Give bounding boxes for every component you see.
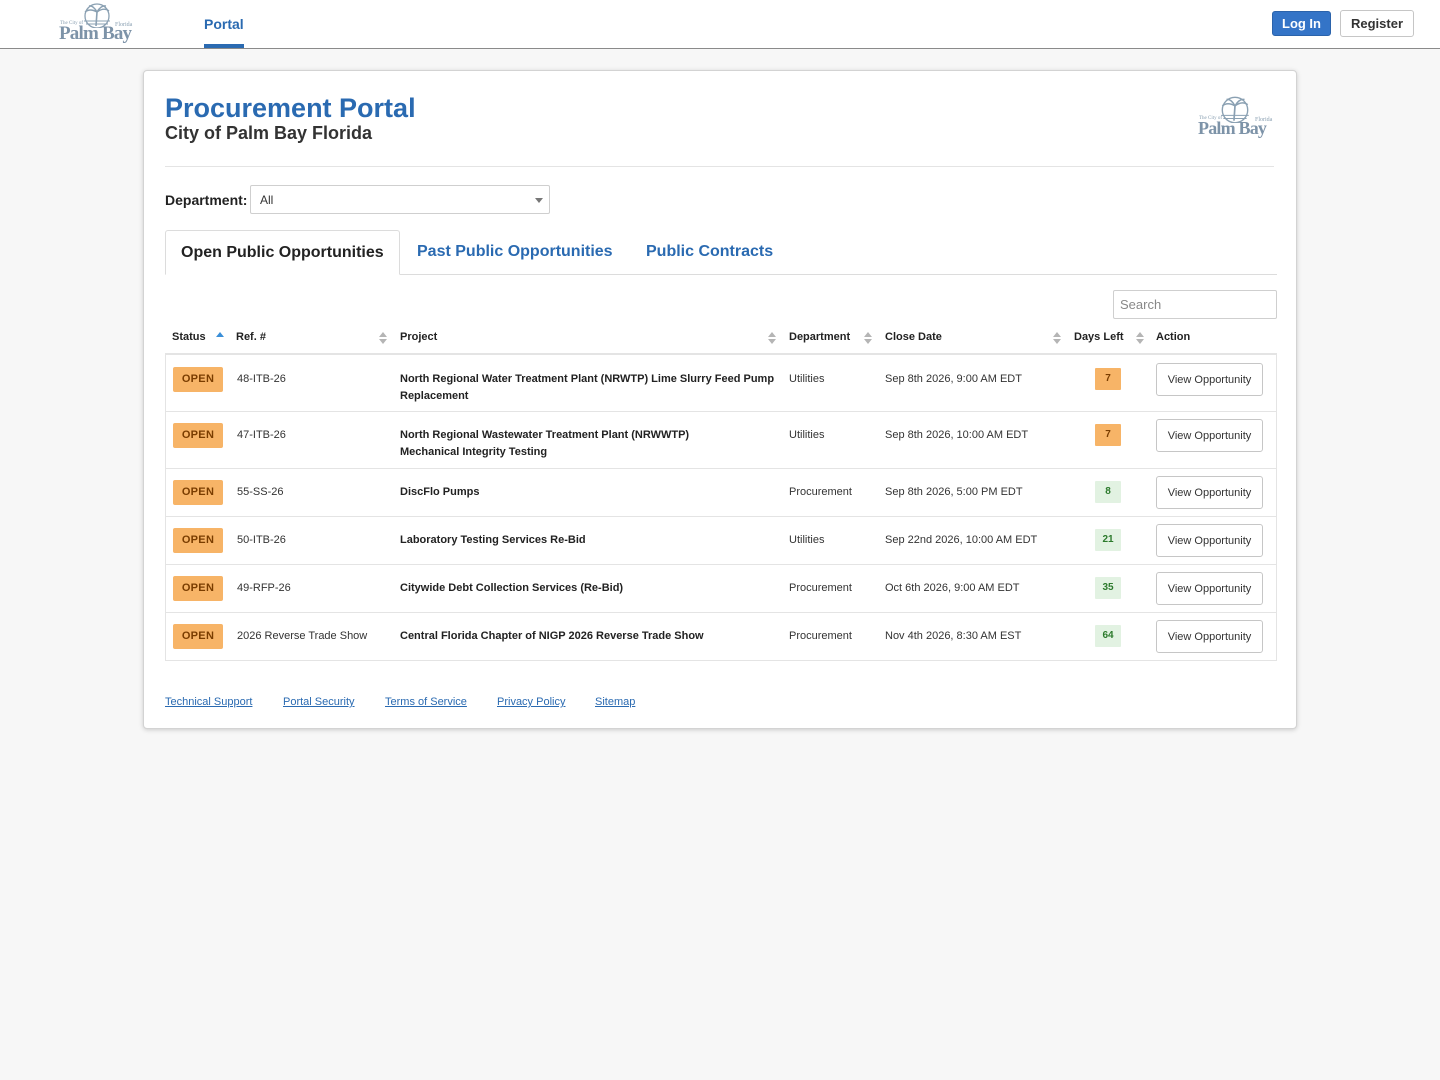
status-badge: OPEN [173,480,223,505]
status-badge: OPEN [173,423,223,448]
search-input[interactable] [1113,290,1277,319]
tab-past-opportunities[interactable]: Past Public Opportunities [417,230,613,275]
table-row: OPEN 48-ITB-26 North Regional Water Trea… [166,355,1276,412]
sort-icon[interactable] [864,332,872,346]
department-name: Procurement [789,630,852,642]
department-name: Utilities [789,534,825,546]
ref-number: 2026 Reverse Trade Show [237,630,368,642]
table-row: OPEN 47-ITB-26 North Regional Wastewater… [166,412,1276,469]
table-row: OPEN 49-RFP-26 Citywide Debt Collection … [166,565,1276,613]
palm-bay-logo[interactable]: The City of Florida Palm Bay [58,2,138,46]
footer-link-terms-of-service[interactable]: Terms of Service [385,696,467,708]
nav-active-indicator [204,44,244,48]
column-header-action: Action [1156,331,1191,343]
sort-icon[interactable] [1053,332,1061,346]
days-left-badge: 7 [1095,368,1121,390]
days-left-badge: 64 [1095,625,1121,647]
department-selected-value: All [260,193,274,207]
view-opportunity-button[interactable]: View Opportunity [1156,363,1263,396]
view-opportunity-button[interactable]: View Opportunity [1156,572,1263,605]
column-header-department[interactable]: Department [789,331,850,343]
top-navbar: The City of Florida Palm Bay Portal Log … [0,0,1440,49]
ref-number: 47-ITB-26 [237,429,286,441]
department-select[interactable]: All [250,185,550,214]
status-badge: OPEN [173,624,223,649]
days-left-badge: 8 [1095,481,1121,503]
project-name: North Regional Wastewater Treatment Plan… [400,429,690,458]
ref-number: 50-ITB-26 [237,534,286,546]
close-date: Sep 22nd 2026, 10:00 AM EDT [885,534,1038,546]
column-header-status[interactable]: Status [172,331,206,343]
close-date: Sep 8th 2026, 9:00 AM EDT [885,373,1022,385]
column-header-close-date[interactable]: Close Date [885,331,942,343]
view-opportunity-button[interactable]: View Opportunity [1156,476,1263,509]
footer-link-sitemap[interactable]: Sitemap [595,696,635,708]
view-opportunity-button[interactable]: View Opportunity [1156,524,1263,557]
view-opportunity-button[interactable]: View Opportunity [1156,419,1263,452]
department-label: Department: [165,192,248,208]
sort-icon[interactable] [768,332,776,346]
days-left-badge: 35 [1095,577,1121,599]
card-palm-bay-logo: The City of Florida Palm Bay [1197,95,1277,141]
status-badge: OPEN [173,576,223,601]
days-left-badge: 7 [1095,424,1121,446]
status-badge: OPEN [173,528,223,553]
column-header-ref[interactable]: Ref. # [236,331,266,343]
project-name: Citywide Debt Collection Services (Re-Bi… [400,582,624,594]
ref-number: 48-ITB-26 [237,373,286,385]
register-button[interactable]: Register [1340,10,1414,37]
close-date: Sep 8th 2026, 10:00 AM EDT [885,429,1029,441]
footer-link-portal-security[interactable]: Portal Security [283,696,355,708]
logo-city-name: Palm Bay [1198,118,1267,138]
nav-portal-link[interactable]: Portal [204,16,244,32]
department-name: Procurement [789,582,852,594]
close-date: Nov 4th 2026, 8:30 AM EST [885,630,1022,642]
log-in-button[interactable]: Log In [1272,11,1331,36]
footer-link-technical-support[interactable]: Technical Support [165,696,252,708]
ref-number: 49-RFP-26 [237,582,291,594]
project-name: Laboratory Testing Services Re-Bid [400,534,586,546]
tab-open-opportunities[interactable]: Open Public Opportunities [165,230,400,275]
table-header: Status Ref. # Project Department Close D… [165,326,1277,355]
status-badge: OPEN [173,367,223,392]
tab-public-contracts[interactable]: Public Contracts [646,230,773,275]
department-name: Procurement [789,486,852,498]
sort-icon[interactable] [1136,332,1144,346]
opportunities-table: OPEN 48-ITB-26 North Regional Water Trea… [165,355,1277,661]
chevron-down-icon [535,198,543,203]
column-header-project[interactable]: Project [400,331,437,343]
close-date: Oct 6th 2026, 9:00 AM EDT [885,582,1020,594]
sort-icon[interactable] [379,332,387,346]
page-subtitle: City of Palm Bay Florida [165,123,373,143]
ref-number: 55-SS-26 [237,486,284,498]
sort-ascending-icon[interactable] [216,332,224,346]
main-card: Procurement Portal City of Palm Bay Flor… [143,70,1297,729]
logo-city-name: Palm Bay [59,23,132,44]
table-row: OPEN 2026 Reverse Trade Show Central Flo… [166,613,1276,661]
days-left-badge: 21 [1095,529,1121,551]
table-row: OPEN 50-ITB-26 Laboratory Testing Servic… [166,517,1276,565]
project-name: DiscFlo Pumps [400,486,480,498]
view-opportunity-button[interactable]: View Opportunity [1156,620,1263,653]
page-title: Procurement Portal [165,93,416,123]
project-name: Central Florida Chapter of NIGP 2026 Rev… [400,630,704,642]
close-date: Sep 8th 2026, 5:00 PM EDT [885,486,1023,498]
department-name: Utilities [789,373,825,385]
table-row: OPEN 55-SS-26 DiscFlo Pumps Procurement … [166,469,1276,517]
footer-link-privacy-policy[interactable]: Privacy Policy [497,696,565,708]
department-name: Utilities [789,429,825,441]
project-name: North Regional Water Treatment Plant (NR… [400,373,775,402]
header-divider [165,166,1274,167]
column-header-days-left[interactable]: Days Left [1074,331,1124,343]
